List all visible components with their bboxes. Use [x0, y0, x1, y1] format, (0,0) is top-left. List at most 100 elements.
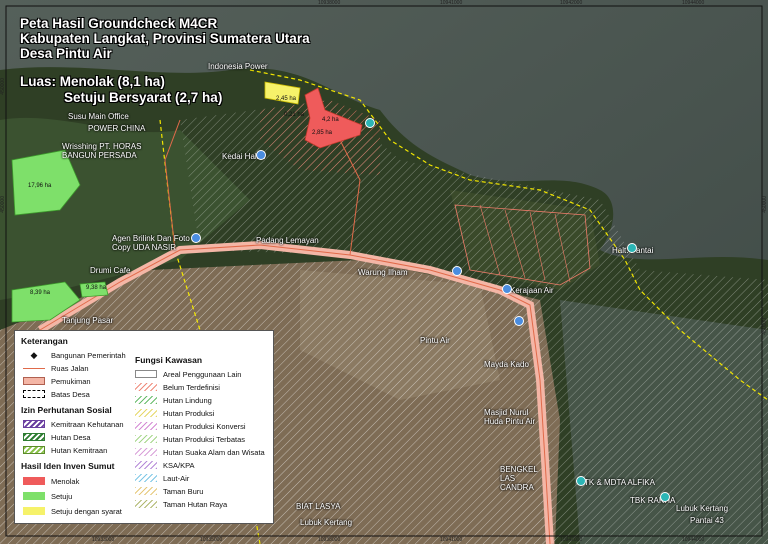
grid-tick-x: 10933000: [92, 537, 115, 543]
grid-tick-x: 10941000: [440, 537, 463, 543]
place-label: Padang Lemayan: [256, 236, 319, 245]
area-label: 9,38 ha: [86, 285, 107, 291]
map-title-line2: Kabupaten Langkat, Provinsi Sumatera Uta…: [20, 31, 310, 46]
area-label: 2,45 ha: [276, 96, 297, 102]
place-label: POWER CHINA: [88, 124, 146, 133]
legend-item-label: Hutan Kemitraan: [51, 445, 108, 455]
poi-pin-icon[interactable]: [627, 243, 637, 253]
hutan-lindung-swatch: [135, 396, 157, 404]
grid-tick-x: 10941000: [440, 0, 463, 6]
grid-tick-x: 10942000: [560, 537, 583, 543]
map-title-line3: Desa Pintu Air: [20, 46, 112, 61]
area-label: 2,85 ha: [312, 130, 333, 136]
hutan-desa-swatch: [23, 433, 45, 441]
place-label: Pantai 43: [690, 516, 724, 525]
legend-item-label: Setuju dengan syarat: [51, 506, 122, 516]
poi-pin-icon[interactable]: [365, 118, 375, 128]
grid-tick-y: 450000: [762, 196, 768, 213]
area-label: 0,21 ha: [284, 112, 305, 118]
hutan-suaka-alam-swatch: [135, 448, 157, 456]
place-label: Tanjung Pasar: [62, 316, 114, 325]
place-label: Kerajaan Air: [510, 286, 554, 295]
setuju-dengan-syarat-swatch: [23, 507, 45, 515]
legend-item-label: Ruas Jalan: [51, 363, 89, 373]
poi-pin-icon[interactable]: [452, 266, 462, 276]
legend-item-label: Hutan Lindung: [163, 395, 212, 405]
legend-item-label: Laut-Air: [163, 473, 190, 483]
grid-tick-x: 10944000: [682, 0, 705, 6]
legend-item: Hutan Desa: [23, 432, 91, 442]
legend-item: Hutan Lindung: [135, 395, 212, 405]
legend-item: Setuju: [23, 491, 72, 501]
grid-tick-x: 10938000: [318, 537, 341, 543]
map-title-line1: Peta Hasil Groundcheck M4CR: [20, 16, 218, 31]
legend-item: Hutan Produksi: [135, 408, 214, 418]
legend-item-label: Kemitraan Kehutanan: [51, 419, 124, 429]
place-label: BENGKEL LAS CANDRA: [500, 465, 538, 492]
poi-pin-icon[interactable]: [576, 476, 586, 486]
map-title: Peta Hasil Groundcheck M4CR Kabupaten La…: [20, 16, 310, 61]
legend-section-title: Izin Perhutanan Sosial: [21, 405, 112, 415]
grid-tick-y: 450000: [762, 318, 768, 335]
area-label: 4,2 ha: [322, 117, 339, 123]
place-label: Agen Brilink Dan Foto Copy UDA NASIR: [112, 234, 190, 252]
legend-item: Ruas Jalan: [23, 363, 89, 373]
poi-pin-icon[interactable]: [256, 150, 266, 160]
poi-pin-icon[interactable]: [191, 233, 201, 243]
setuju-swatch: [23, 492, 45, 500]
place-label: Masjid Nurul Huda Pintu Air: [484, 408, 536, 426]
legend-item-label: KSA/KPA: [163, 460, 195, 470]
legend-item: Batas Desa: [23, 389, 90, 399]
legend-item: Setuju dengan syarat: [23, 506, 122, 516]
area-menolak: Menolak (8,1 ha): [59, 74, 165, 89]
legend-item: Laut-Air: [135, 473, 189, 483]
map-legend: Keterangan ◆ Bangunan Pemerintah Ruas Ja…: [14, 330, 274, 524]
laut-air-swatch: [135, 474, 157, 482]
hutan-produksi-konversi-swatch: [135, 422, 157, 430]
legend-item-label: Taman Hutan Raya: [163, 499, 228, 509]
legend-section-title: Fungsi Kawasan: [135, 355, 203, 365]
belum-terdefinisi-swatch: [135, 383, 157, 391]
government-building-icon: ◆: [30, 349, 38, 360]
hutan-produksi-terbatas-swatch: [135, 435, 157, 443]
legend-item: Hutan Produksi Konversi: [135, 421, 246, 431]
legend-item-label: Hutan Produksi Konversi: [163, 421, 246, 431]
place-label: Indonesia Power: [208, 62, 268, 71]
legend-item: Pemukiman: [23, 376, 91, 386]
legend-item-label: Setuju: [51, 491, 73, 501]
legend-item-label: Hutan Produksi: [163, 408, 215, 418]
legend-item: Belum Terdefinisi: [135, 382, 220, 392]
legend-item-label: Menolak: [51, 476, 80, 486]
legend-item: Menolak: [23, 476, 79, 486]
legend-item: Taman Hutan Raya: [135, 499, 227, 509]
kemitraan-kehutanan-swatch: [23, 420, 45, 428]
place-label: Pintu Air: [420, 336, 450, 345]
taman-hutan-raya-swatch: [135, 500, 157, 508]
legend-item: KSA/KPA: [135, 460, 195, 470]
legend-section-title: Hasil Iden Inven Sumut: [21, 461, 115, 471]
legend-item-label: Batas Desa: [51, 389, 90, 399]
place-label: Lubuk Kertang: [676, 504, 729, 513]
legend-item-label: Bangunan Pemerintah: [51, 350, 126, 360]
place-label: Drumi Cafe: [90, 266, 131, 275]
legend-item: Hutan Kemitraan: [23, 445, 107, 455]
legend-item: Hutan Suaka Alam dan Wisata: [135, 447, 265, 457]
legend-item-label: Belum Terdefinisi: [163, 382, 220, 392]
area-setuju-bersyarat: Setuju Bersyarat (2,7 ha): [64, 90, 223, 105]
place-label: Susu Main Office: [68, 112, 129, 121]
poi-pin-icon[interactable]: [502, 284, 512, 294]
legend-item: ◆ Bangunan Pemerintah: [23, 350, 126, 360]
grid-tick-x: 10938000: [318, 0, 341, 6]
legend-item-label: Hutan Produksi Terbatas: [163, 434, 245, 444]
legend-item: Taman Buru: [135, 486, 203, 496]
poi-pin-icon[interactable]: [514, 316, 524, 326]
settlement-swatch: [23, 377, 45, 385]
legend-title: Keterangan: [21, 336, 68, 346]
legend-item: Areal Penggunaan Lain: [135, 369, 241, 379]
area-summary: Luas: Menolak (8,1 ha) Setuju Bersyarat …: [20, 74, 222, 106]
grid-tick-y: 450000: [0, 78, 6, 95]
place-label: Mayda Kado: [484, 360, 529, 369]
poi-pin-icon[interactable]: [660, 492, 670, 502]
legend-item-label: Areal Penggunaan Lain: [163, 369, 242, 379]
legend-item-label: Taman Buru: [163, 486, 204, 496]
